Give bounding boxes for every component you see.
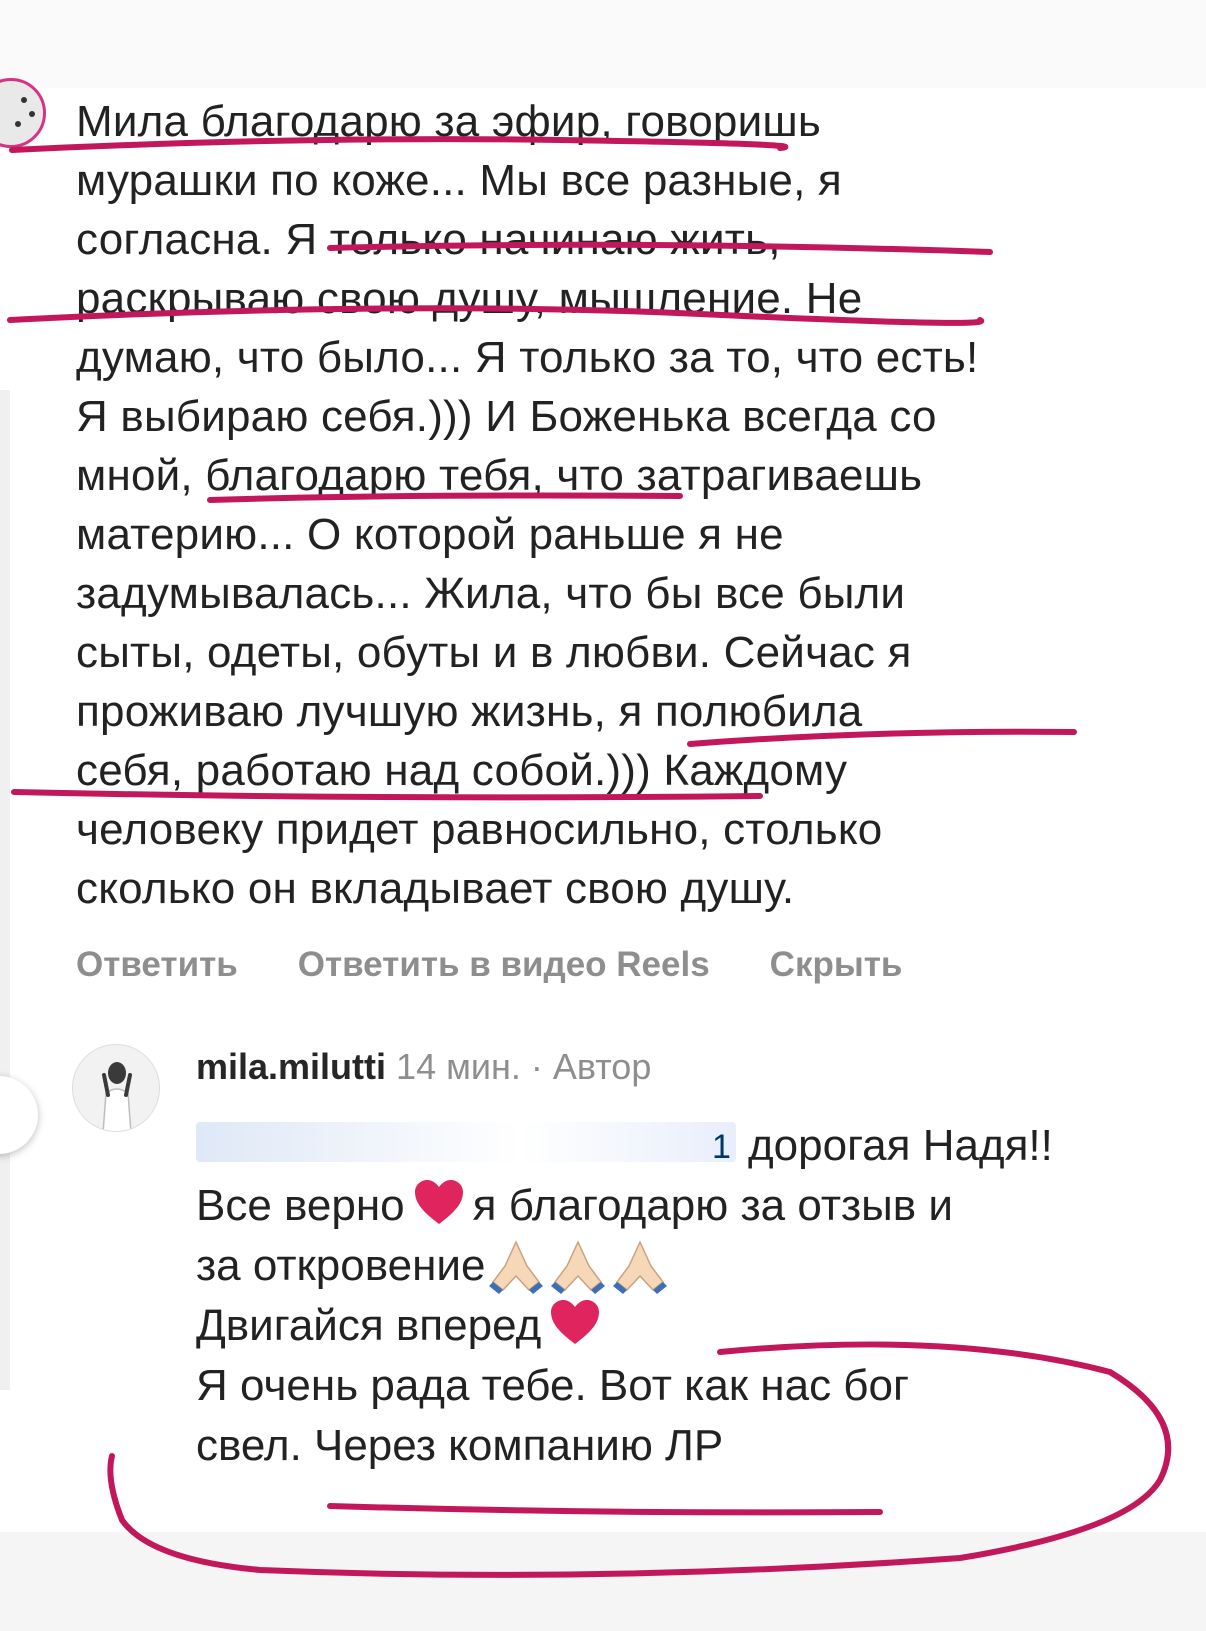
reply-line-2: Все верно я благодарю за отзыв и (196, 1176, 1156, 1236)
comment-line: мной, благодарю тебя, что затрагиваешь (76, 451, 923, 500)
reply-greeting: дорогая Надя!! (748, 1121, 1053, 1170)
left-panel-edge (0, 390, 10, 1390)
reply-text-segment: я благодарю за отзыв и (472, 1181, 953, 1230)
comment-line: согласна. Я только начинаю жить, (76, 215, 781, 264)
meta-separator: · (530, 1046, 543, 1087)
reply-line-5: Я очень рада тебе. Вот как нас бог (196, 1361, 910, 1410)
reply-line-6: свел. Через компанию ЛР (196, 1421, 724, 1470)
author-photo-icon (73, 1045, 159, 1131)
underline-mark (327, 1503, 883, 1516)
comment-line: проживаю лучшую жизнь, я полюбила (76, 687, 863, 736)
comment-line: сколько он вкладывает свою душу. (76, 864, 795, 913)
reply-meta: mila.milutti 14 мин. · Автор (196, 1046, 651, 1088)
reply-text: дорогая Надя!! Все верно я благодарю за о… (196, 1116, 1156, 1476)
reply-button[interactable]: Ответить (76, 945, 238, 985)
reply-time: 14 мин. (396, 1046, 521, 1087)
author-avatar[interactable] (72, 1044, 160, 1132)
red-heart-icon (414, 1180, 463, 1224)
comment-line: думаю, что было... Я только за то, что е… (76, 333, 979, 382)
comment-line: сыты, одеты, обуты и в любви. Сейчас я (76, 628, 912, 677)
comment-line: материю... О которой раньше я не (76, 510, 784, 559)
folded-hands-icon (489, 1240, 544, 1294)
comment-line: раскрываю свою душу, мышление. Не (76, 274, 863, 323)
comment-line: человеку придет равносильно, столько (76, 805, 883, 854)
side-bubble[interactable] (0, 1076, 38, 1154)
reply-line-3: за откровение (196, 1236, 1156, 1296)
comment-line: себя, работаю над собой.))) Каждому (76, 746, 848, 795)
comment-line: задумывалась... Жила, что бы все были (76, 569, 906, 618)
reply-reels-button[interactable]: Ответить в видео Reels (298, 945, 710, 985)
reply-text-segment: Двигайся вперед (196, 1301, 542, 1350)
hide-button[interactable]: Скрыть (770, 945, 903, 985)
comment-line: мурашки по коже... Мы все разные, я (76, 156, 842, 205)
commenter-avatar[interactable] (0, 78, 46, 148)
author-badge: Автор (552, 1046, 652, 1087)
folded-hands-icon (613, 1240, 668, 1294)
reply-line-4: Двигайся вперед (196, 1296, 1156, 1356)
reply-username[interactable]: mila.milutti (196, 1046, 386, 1087)
top-background (0, 0, 1206, 88)
reply-line-1: дорогая Надя!! (196, 1116, 1156, 1176)
reply-text-segment: за откровение (196, 1241, 486, 1290)
red-heart-icon (551, 1300, 600, 1344)
comment-text: Мила благодарю за эфир, говоришь мурашки… (76, 92, 1186, 918)
folded-hands-icon (551, 1240, 606, 1294)
comment-line: Я выбираю себя.))) И Боженька всегда со (76, 392, 937, 441)
bottom-background (0, 1532, 1206, 1631)
comment-line: Мила благодарю за эфир, говоришь (76, 97, 821, 146)
comment-actions: Ответить Ответить в видео Reels Скрыть (76, 945, 902, 985)
reply-text-segment: Все верно (196, 1181, 405, 1230)
